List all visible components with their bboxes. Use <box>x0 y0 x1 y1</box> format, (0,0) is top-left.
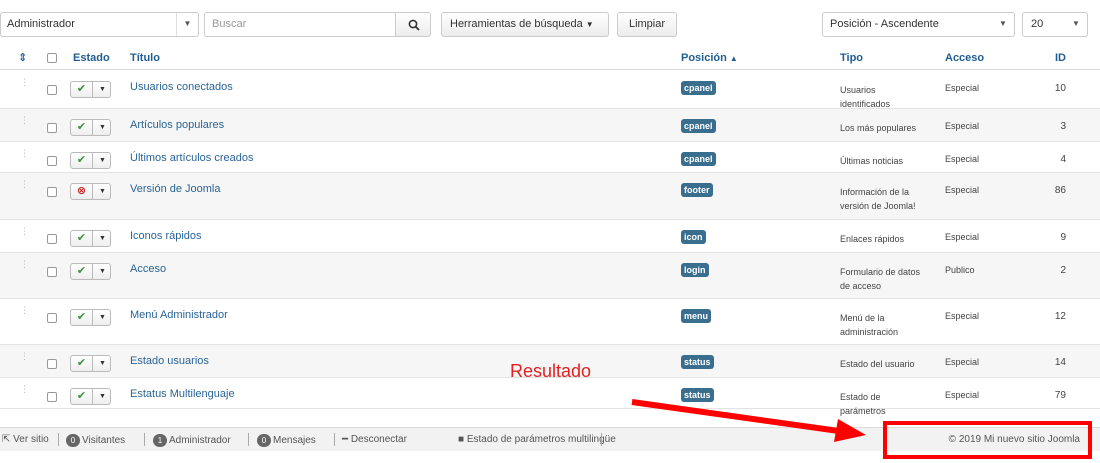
annotation-arrow <box>631 399 866 442</box>
annotation-highlight-box <box>883 421 1092 459</box>
